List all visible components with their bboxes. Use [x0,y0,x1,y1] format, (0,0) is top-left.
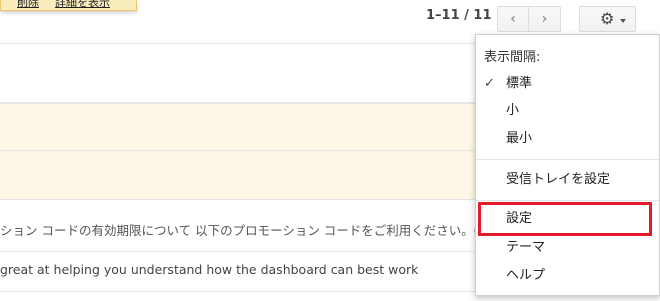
pagination-count: 1–11 / 11 [426,8,492,23]
settings-highlight [478,202,652,236]
older-button[interactable]: › [529,6,561,32]
chevron-left-icon: ‹ [510,11,516,27]
menu-item-label: 受信トレイを設定 [506,172,611,187]
configure-inbox-item[interactable]: 受信トレイを設定 [476,167,659,193]
newer-button[interactable]: ‹ [497,6,529,32]
density-compact[interactable]: 最小 [476,126,659,152]
density-comfortable[interactable]: 小 [476,98,659,124]
density-heading: 表示間隔: [484,50,541,65]
menu-divider [476,200,659,201]
caret-down-icon [620,19,626,23]
checkmark-icon: ✓ [484,76,495,91]
help-item[interactable]: ヘルプ [476,263,659,289]
themes-item[interactable]: テーマ [476,235,659,261]
message-snippet: ション コードの有効期限について 以下のプロモーション コードをご利用ください。… [0,223,483,238]
menu-item-label: ヘルプ [506,268,546,283]
menu-item-label: テーマ [506,240,546,255]
menu-item-label: 最小 [506,131,533,146]
notice-link-details[interactable]: 詳細を表示 [55,0,110,10]
message-snippet: great at helping you understand how the … [0,262,419,277]
gear-icon: ⚙ [600,9,615,28]
menu-item-label: 標準 [506,76,533,91]
chevron-right-icon: › [541,11,548,27]
notification-bar: 削除 詳細を表示 [0,0,137,11]
menu-divider [476,159,659,160]
settings-button[interactable]: ⚙ [579,6,636,32]
notice-link-delete[interactable]: 削除 [17,0,39,10]
menu-item-label: 小 [506,103,520,118]
settings-menu: 表示間隔: ✓ 標準 小 最小 受信トレイを設定 設定 テーマ ヘルプ [475,34,660,296]
density-default[interactable]: ✓ 標準 [476,71,659,97]
